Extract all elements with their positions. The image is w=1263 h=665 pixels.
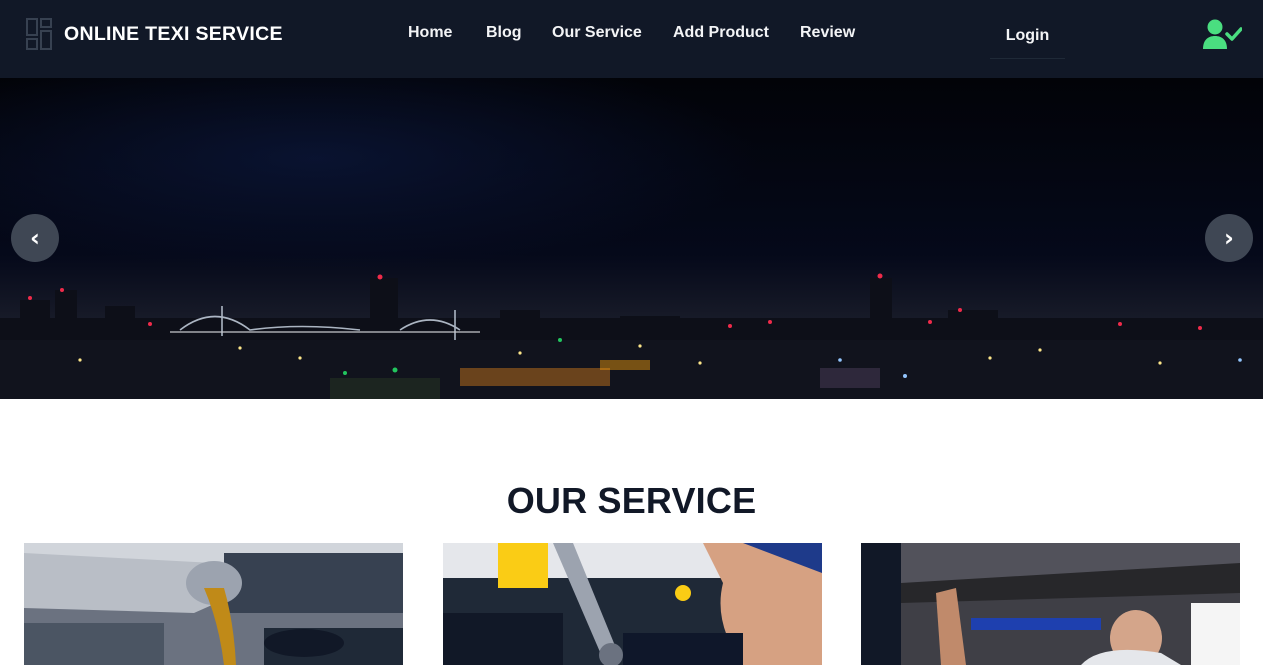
user-check-icon[interactable] xyxy=(1202,18,1242,50)
service-card-image-2[interactable] xyxy=(443,543,822,665)
engine-oil-image xyxy=(24,543,403,665)
login-button[interactable]: Login xyxy=(990,14,1065,59)
nav-link-home[interactable]: Home xyxy=(408,24,452,42)
login-label: Login xyxy=(1005,27,1050,44)
services-title: OUR SERVICE xyxy=(506,480,757,521)
slider-next-button[interactable]: › xyxy=(1205,214,1253,262)
main-nav: Home Blog Our Service Add Product Review xyxy=(0,0,1263,70)
nav-link-blog[interactable]: Blog xyxy=(486,24,522,42)
nav-link-our-service[interactable]: Our Service xyxy=(552,24,642,42)
nav-link-add-product[interactable]: Add Product xyxy=(673,24,769,42)
slider-prev-button[interactable]: ‹ xyxy=(11,214,59,262)
service-card-image-3[interactable] xyxy=(861,543,1240,665)
mechanic-wrench-image xyxy=(443,543,822,665)
city-skyline-image xyxy=(0,78,1263,399)
mechanic-under-car-image xyxy=(861,543,1240,665)
nav-link-review[interactable]: Review xyxy=(800,24,855,42)
service-card-image-1[interactable] xyxy=(24,543,403,665)
hero-slider: ‹ › xyxy=(0,78,1263,399)
top-navbar: ONLINE TEXI SERVICE Home Blog Our Servic… xyxy=(0,0,1263,78)
